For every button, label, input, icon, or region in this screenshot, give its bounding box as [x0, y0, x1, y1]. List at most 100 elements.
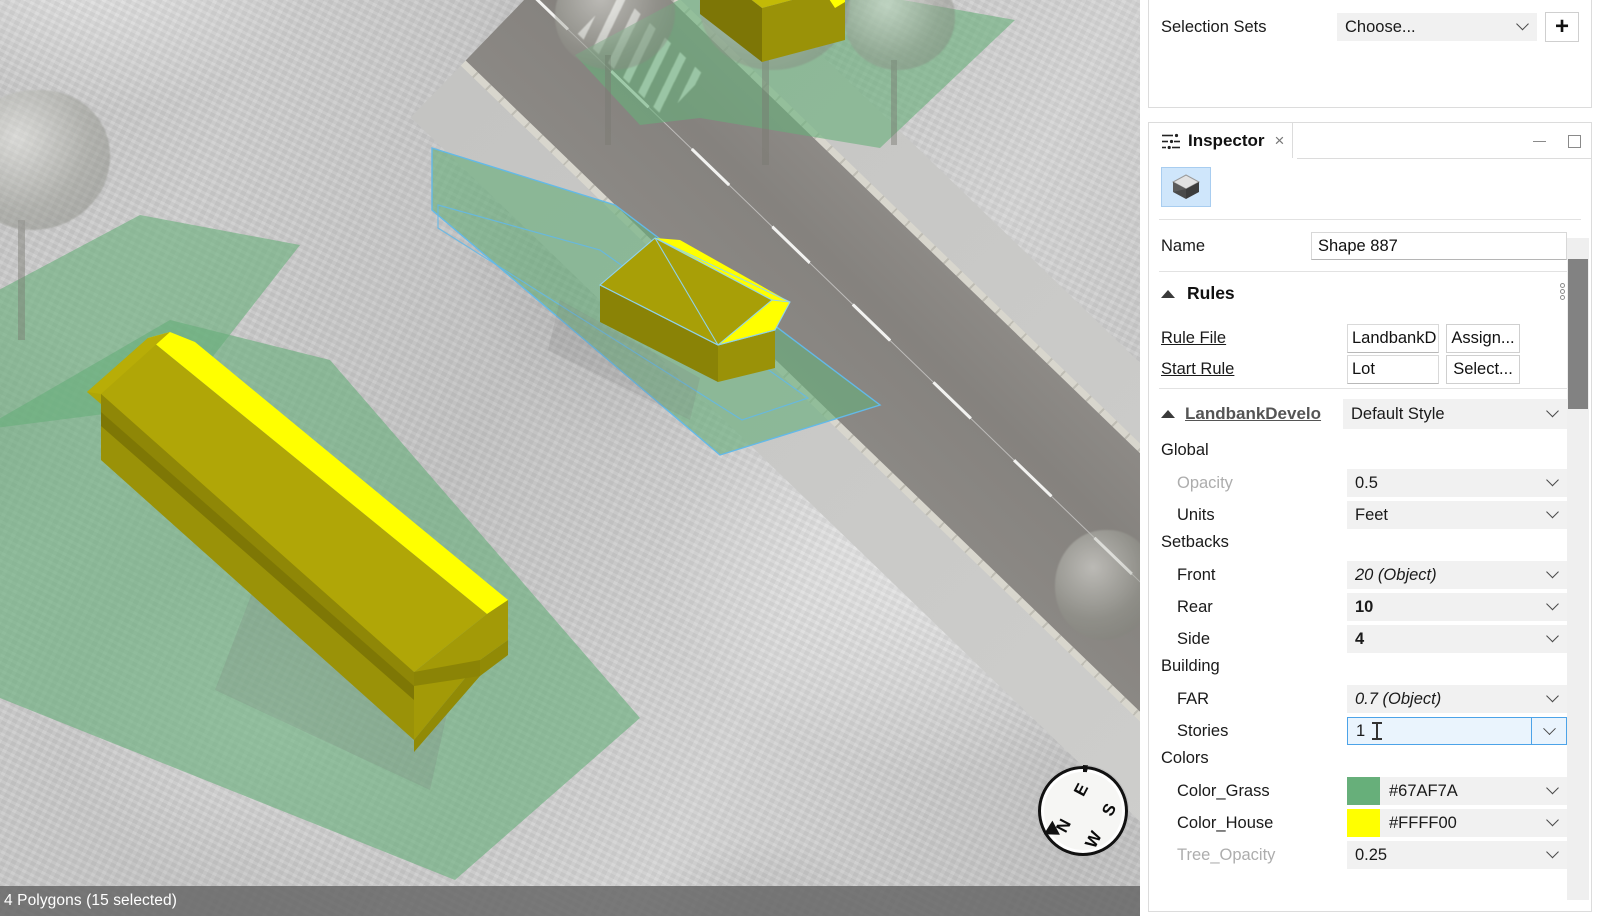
compass-widget[interactable]: N E S W — [1038, 766, 1128, 856]
close-icon[interactable]: × — [1275, 131, 1285, 151]
attribute-group-label: Building — [1161, 657, 1220, 676]
tab-title: Inspector — [1188, 131, 1265, 151]
select-rule-button[interactable]: Select... — [1446, 355, 1520, 384]
cube-icon — [1171, 173, 1201, 201]
attribute-value: 4 — [1355, 630, 1364, 649]
chevron-down-icon — [1543, 722, 1556, 735]
chevron-down-icon — [1546, 690, 1559, 703]
style-dropdown[interactable]: Default Style — [1343, 399, 1567, 429]
building-models[interactable] — [0, 0, 1140, 916]
divider — [1159, 271, 1581, 272]
attribute-value: 10 — [1355, 598, 1373, 617]
attribute-row: FAR0.7 (Object) — [1161, 685, 1567, 713]
attribute-value: #FFFF00 — [1389, 814, 1457, 833]
status-text: 4 Polygons (15 selected) — [4, 892, 177, 910]
name-value: Shape 887 — [1318, 237, 1398, 256]
selection-sets-value: Choose... — [1345, 18, 1416, 37]
attribute-value-dropdown[interactable]: 0.7 (Object) — [1347, 685, 1567, 713]
text-cursor-icon — [1376, 722, 1378, 740]
attribute-row: Opacity 0.5 — [1161, 469, 1567, 497]
name-input[interactable]: Shape 887 — [1311, 232, 1567, 260]
attribute-value-dropdown[interactable]: 0.25 — [1347, 841, 1567, 869]
attribute-value-input-focused[interactable]: 1 — [1347, 717, 1567, 745]
plus-icon: + — [1555, 15, 1569, 39]
inspector-panel: Inspector × Name — [1148, 122, 1592, 912]
right-dock: Selection Sets Choose... + — [1140, 0, 1600, 916]
attribute-label: Opacity — [1161, 474, 1347, 493]
rule-file-row: Rule File LandbankD Assign... — [1161, 323, 1567, 353]
attribute-label: Units — [1161, 506, 1347, 525]
attribute-value: 1 — [1356, 722, 1365, 741]
shape-attributes-tab-button[interactable] — [1161, 167, 1211, 207]
add-selection-set-button[interactable]: + — [1545, 12, 1579, 42]
select-label: Select... — [1453, 360, 1513, 379]
inspector-scrollbar-thumb[interactable] — [1568, 259, 1588, 409]
attribute-label: Stories — [1161, 722, 1347, 741]
attribute-row: Rear 10 — [1161, 593, 1567, 621]
attribute-value-dropdown[interactable]: #67AF7A — [1347, 777, 1567, 805]
chevron-down-icon — [1546, 598, 1559, 611]
attribute-row: Tree_Opacity 0.25 — [1161, 841, 1567, 869]
divider — [1159, 388, 1581, 389]
chevron-up-icon[interactable] — [1161, 410, 1175, 418]
dot-icon — [1560, 289, 1565, 294]
inspector-icon — [1161, 133, 1181, 150]
chevron-down-icon — [1546, 814, 1559, 827]
attribute-label: Front — [1161, 566, 1347, 585]
assign-rule-button[interactable]: Assign... — [1446, 324, 1520, 353]
selection-sets-row: Selection Sets Choose... + — [1161, 13, 1579, 41]
rules-options-button[interactable] — [1560, 283, 1565, 300]
selection-sets-panel: Selection Sets Choose... + — [1148, 0, 1592, 108]
panel-bottom-mask — [1150, 900, 1590, 910]
attribute-value-dropdown[interactable]: 4 — [1347, 625, 1567, 653]
maximize-icon[interactable] — [1568, 135, 1581, 148]
rule-file-input[interactable]: LandbankD — [1347, 324, 1439, 353]
rule-name-label[interactable]: LandbankDevelo — [1185, 404, 1333, 424]
chevron-down-icon — [1546, 474, 1559, 487]
chevron-down-icon — [1546, 566, 1559, 579]
attribute-value-dropdown[interactable]: #FFFF00 — [1347, 809, 1567, 837]
window-controls — [1533, 123, 1581, 159]
minimize-icon[interactable] — [1533, 141, 1546, 142]
chevron-down-icon — [1546, 630, 1559, 643]
name-row: Name Shape 887 — [1161, 231, 1567, 261]
attribute-value: Feet — [1355, 506, 1388, 525]
inspector-tabbar: Inspector × — [1149, 123, 1591, 159]
attribute-value: 0.25 — [1355, 846, 1387, 865]
attribute-value-dropdown[interactable]: 0.5 — [1347, 469, 1567, 497]
attribute-value-dropdown[interactable]: 10 — [1347, 593, 1567, 621]
attribute-value: 20 (Object) — [1355, 566, 1437, 585]
start-rule-label[interactable]: Start Rule — [1161, 360, 1347, 379]
style-value: Default Style — [1351, 405, 1445, 424]
dot-icon — [1560, 295, 1565, 300]
chevron-down-icon — [1516, 18, 1529, 31]
dropdown-toggle-button[interactable] — [1531, 717, 1567, 745]
chevron-down-icon — [1546, 846, 1559, 859]
attribute-label: Rear — [1161, 598, 1347, 617]
attribute-label: Tree_Opacity — [1161, 846, 1347, 865]
attribute-value: 0.7 (Object) — [1355, 690, 1441, 709]
attribute-value-dropdown[interactable]: 20 (Object) — [1347, 561, 1567, 589]
attribute-value-dropdown[interactable]: Feet — [1347, 501, 1567, 529]
tab-active-indicator — [1149, 158, 1297, 160]
chevron-down-icon — [1546, 782, 1559, 795]
3d-viewport[interactable]: N E S W 4 Polygons (15 selected) — [0, 0, 1140, 916]
style-row: LandbankDevelo Default Style — [1161, 399, 1567, 429]
rule-file-label[interactable]: Rule File — [1161, 329, 1347, 348]
attribute-label: Color_House — [1161, 814, 1347, 833]
status-bar: 4 Polygons (15 selected) — [0, 886, 1140, 916]
attribute-value: 0.5 — [1355, 474, 1378, 493]
assign-label: Assign... — [1451, 329, 1514, 348]
attribute-group-label: Setbacks — [1161, 533, 1229, 552]
rules-section-header[interactable]: Rules — [1161, 283, 1235, 304]
name-label: Name — [1161, 237, 1311, 256]
tab-inspector[interactable]: Inspector × — [1149, 123, 1293, 159]
selection-sets-dropdown[interactable]: Choose... — [1337, 13, 1537, 41]
color-swatch[interactable] — [1347, 777, 1380, 805]
color-swatch[interactable] — [1347, 809, 1380, 837]
chevron-up-icon — [1161, 290, 1175, 298]
start-rule-input[interactable]: Lot — [1347, 355, 1439, 384]
dot-icon — [1560, 283, 1565, 288]
selection-sets-label: Selection Sets — [1161, 18, 1337, 37]
attribute-row: Units Feet — [1161, 501, 1567, 529]
